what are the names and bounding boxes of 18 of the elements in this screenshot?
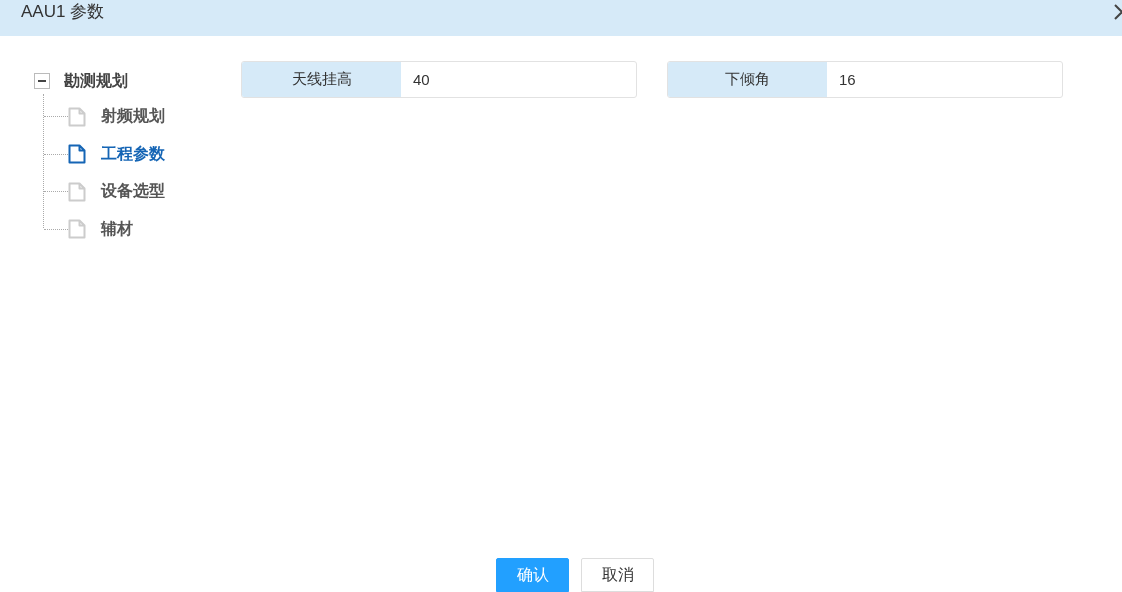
tree-item[interactable]: 勘测规划 — [64, 70, 128, 92]
input-field[interactable]: 下倾角 16 — [667, 61, 1063, 98]
tree-item[interactable]: 辅材 — [101, 218, 133, 240]
field-label: 下倾角 — [668, 62, 827, 97]
document-icon — [68, 144, 86, 165]
dialog-title: AAU1 参数 — [21, 0, 105, 23]
document-icon — [68, 106, 86, 127]
cancel-button[interactable]: 取消 — [581, 558, 654, 592]
document-icon — [68, 181, 86, 202]
field-value: 40 — [412, 70, 430, 90]
tree-item[interactable]: 工程参数 — [101, 143, 165, 165]
document-icon — [68, 219, 86, 240]
tree-item[interactable]: 设备选型 — [101, 181, 165, 203]
collapse-toggle-icon[interactable] — [34, 73, 50, 89]
tree-item[interactable]: 射频规划 — [101, 106, 165, 128]
field-label: 天线挂高 — [242, 62, 401, 97]
field-value: 16 — [838, 70, 856, 90]
input-field[interactable]: 天线挂高 40 — [241, 61, 637, 98]
